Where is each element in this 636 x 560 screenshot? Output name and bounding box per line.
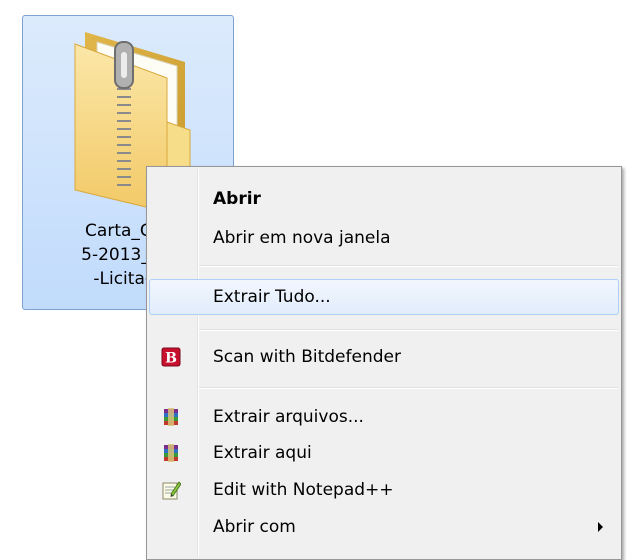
menu-item-open-with[interactable]: Abrir com — [149, 509, 619, 545]
menu-separator — [199, 387, 618, 389]
menu-item-label: Extrair Tudo... — [213, 287, 331, 307]
menu-item-open-new-window[interactable]: Abrir em nova janela — [149, 220, 619, 256]
bitdefender-icon: B — [161, 347, 181, 367]
context-menu: Abrir Abrir em nova janela Extrair Tudo.… — [146, 166, 622, 560]
svg-text:B: B — [165, 351, 177, 367]
menu-item-label: Scan with Bitdefender — [213, 347, 401, 367]
menu-item-open[interactable]: Abrir — [149, 181, 619, 217]
menu-item-edit-notepad-plus-plus[interactable]: Edit with Notepad++ — [149, 472, 619, 508]
menu-item-label: Edit with Notepad++ — [213, 480, 394, 500]
menu-item-scan-bitdefender[interactable]: B Scan with Bitdefender — [149, 339, 619, 375]
menu-item-extract-here[interactable]: Extrair aqui — [149, 435, 619, 471]
menu-item-label: Extrair aqui — [213, 443, 312, 463]
menu-separator — [199, 265, 618, 267]
menu-item-extract-all[interactable]: Extrair Tudo... — [149, 279, 619, 315]
submenu-arrow-icon — [598, 522, 603, 532]
menu-item-extract-files[interactable]: Extrair arquivos... — [149, 399, 619, 435]
menu-item-label: Abrir — [213, 189, 261, 209]
menu-item-label: Extrair arquivos... — [213, 407, 364, 427]
notepad-plus-plus-icon — [162, 481, 181, 500]
winrar-icon — [164, 444, 178, 462]
winrar-icon — [164, 408, 178, 426]
menu-item-label: Abrir em nova janela — [213, 228, 391, 248]
menu-item-label: Abrir com — [213, 517, 296, 537]
menu-separator — [199, 329, 618, 331]
